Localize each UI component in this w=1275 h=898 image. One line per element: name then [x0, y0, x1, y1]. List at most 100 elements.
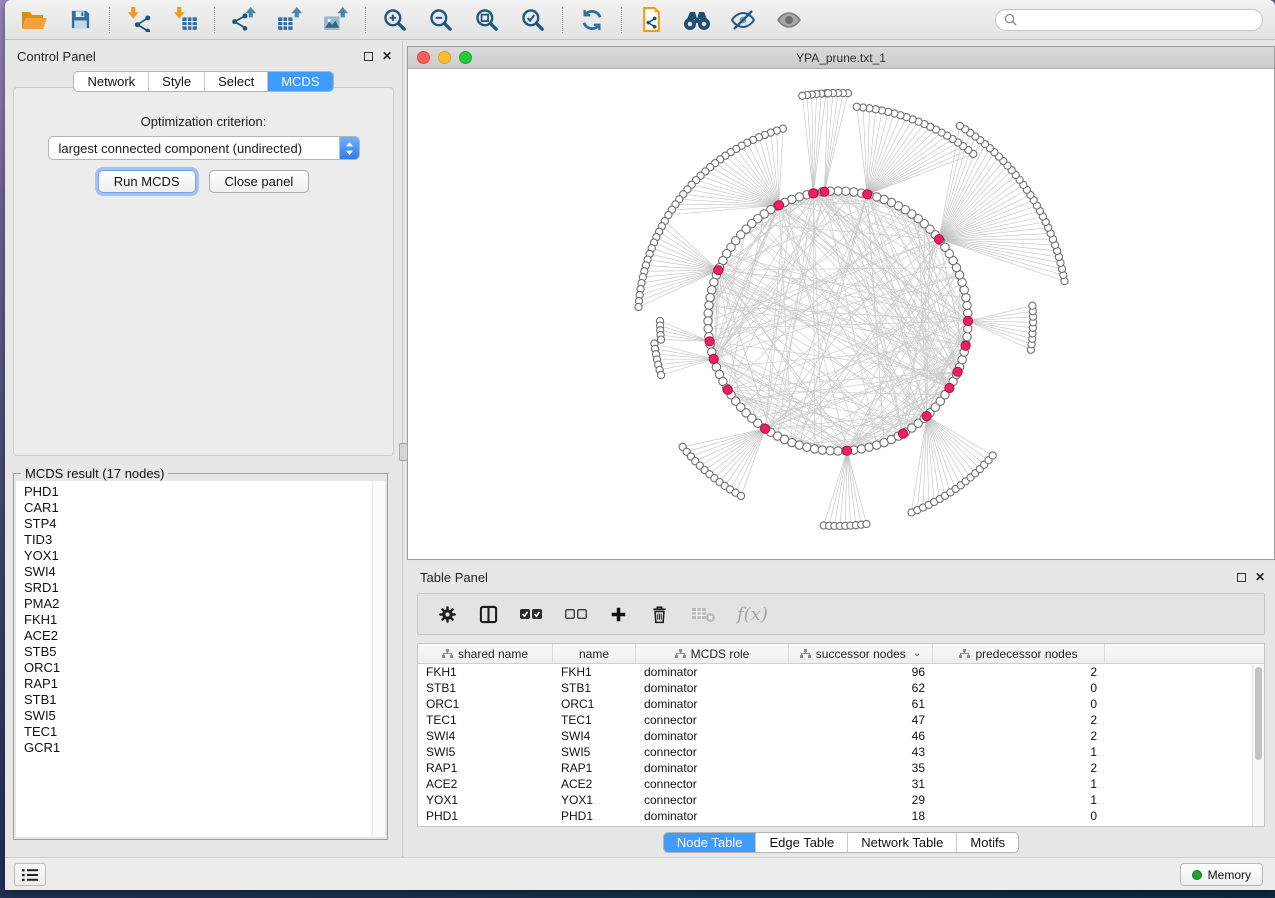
column-header-successor-nodes[interactable]: successor nodes⌄	[789, 644, 933, 663]
mcds-result-title: MCDS result (17 nodes)	[21, 466, 168, 481]
deselect-all-button[interactable]	[564, 606, 588, 622]
column-header-mcds-role[interactable]: MCDS role	[636, 644, 789, 663]
cell: 46	[789, 729, 933, 743]
column-header-predecessor-nodes[interactable]: predecessor nodes	[933, 644, 1105, 663]
table-row[interactable]: RAP1RAP1dominator352	[418, 760, 1264, 776]
cell: PHD1	[553, 809, 636, 823]
mcds-result-item[interactable]: PMA2	[24, 596, 371, 612]
refresh-layout-button[interactable]	[575, 4, 609, 36]
close-table-panel-icon[interactable]: ✕	[1255, 571, 1265, 583]
mcds-result-item[interactable]: GCR1	[24, 740, 371, 756]
export-network-button[interactable]	[227, 4, 261, 36]
table-row[interactable]: SWI4SWI4dominator462	[418, 728, 1264, 744]
run-mcds-button[interactable]: Run MCDS	[98, 170, 196, 193]
gear-icon	[437, 604, 458, 625]
zoom-out-button[interactable]	[424, 4, 458, 36]
mcds-result-item[interactable]: SWI4	[24, 564, 371, 580]
table-row[interactable]: ACE2ACE2connector311	[418, 776, 1264, 792]
table-panel-title: Table Panel	[420, 570, 488, 585]
close-panel-icon[interactable]: ✕	[382, 50, 392, 62]
mcds-result-item[interactable]: ACE2	[24, 628, 371, 644]
delete-row-button[interactable]	[649, 604, 670, 625]
mcds-result-item[interactable]: SWI5	[24, 708, 371, 724]
cell: RAP1	[418, 761, 553, 775]
criterion-dropdown[interactable]: largest connected component (undirected)	[48, 136, 360, 160]
column-label: name	[579, 647, 609, 661]
find-button[interactable]	[680, 4, 714, 36]
eye-icon	[775, 8, 803, 32]
import-table-button[interactable]	[168, 4, 202, 36]
hide-selected-button[interactable]	[726, 4, 760, 36]
delete-table-button[interactable]	[691, 605, 716, 623]
table-tab-node-table[interactable]: Node Table	[664, 833, 757, 852]
export-table-button[interactable]	[273, 4, 307, 36]
table-row[interactable]: FKH1FKH1dominator962	[418, 664, 1264, 680]
column-header-shared-name[interactable]: shared name	[418, 644, 553, 663]
zoom-fit-button[interactable]	[470, 4, 504, 36]
table-row[interactable]: ORC1ORC1dominator610	[418, 696, 1264, 712]
tab-network[interactable]: Network	[74, 72, 149, 91]
mcds-result-item[interactable]: TEC1	[24, 724, 371, 740]
table-tab-network-table[interactable]: Network Table	[848, 833, 957, 852]
add-row-button[interactable]	[609, 605, 628, 624]
search-input[interactable]	[1022, 13, 1254, 27]
close-panel-button[interactable]: Close panel	[209, 170, 310, 193]
show-graphics-details-button[interactable]	[772, 4, 806, 36]
table-row[interactable]: STB1STB1dominator620	[418, 680, 1264, 696]
mcds-result-item[interactable]: CAR1	[24, 500, 371, 516]
column-header-name[interactable]: name	[553, 644, 636, 663]
table-row[interactable]: YOX1YOX1connector291	[418, 792, 1264, 808]
show-columns-button[interactable]	[479, 605, 498, 624]
new-network-from-selection-button[interactable]	[634, 4, 668, 36]
cell: connector	[636, 777, 789, 791]
function-icon: f(x)	[737, 604, 768, 625]
mcds-result-item[interactable]: STP4	[24, 516, 371, 532]
mcds-result-item[interactable]: TID3	[24, 532, 371, 548]
dropdown-arrows-icon	[339, 137, 359, 159]
float-panel-icon[interactable]	[364, 52, 373, 61]
column-type-icon	[959, 649, 970, 659]
table-row[interactable]: TEC1TEC1connector472	[418, 712, 1264, 728]
network-window-titlebar[interactable]: YPA_prune.txt_1	[408, 47, 1274, 69]
mcds-result-item[interactable]: STB5	[24, 644, 371, 660]
table-scrollbar-thumb[interactable]	[1255, 667, 1262, 760]
mcds-result-item[interactable]: ORC1	[24, 660, 371, 676]
list-scrollbar[interactable]	[372, 481, 385, 837]
tab-style[interactable]: Style	[149, 72, 205, 91]
table-tab-motifs[interactable]: Motifs	[957, 833, 1018, 852]
table-row[interactable]: PHD1PHD1dominator180	[418, 808, 1264, 824]
table-row[interactable]: SWI5SWI5connector431	[418, 744, 1264, 760]
export-image-button[interactable]	[319, 4, 353, 36]
function-builder-button[interactable]: f(x)	[737, 604, 768, 625]
cell: SWI5	[418, 745, 553, 759]
column-type-icon	[675, 649, 686, 659]
select-all-button[interactable]	[519, 606, 543, 622]
table-scrollbar[interactable]	[1252, 665, 1264, 826]
zoom-in-button[interactable]	[378, 4, 412, 36]
toolbar-separator	[109, 7, 110, 33]
memory-button[interactable]: Memory	[1180, 863, 1263, 886]
open-session-button[interactable]	[17, 4, 51, 36]
table-settings-button[interactable]	[437, 604, 458, 625]
import-network-button[interactable]	[122, 4, 156, 36]
search-icon	[1004, 13, 1017, 26]
float-table-panel-icon[interactable]	[1237, 573, 1246, 582]
tab-mcds[interactable]: MCDS	[268, 72, 332, 91]
mcds-result-list[interactable]: PHD1CAR1STP4TID3YOX1SWI4SRD1PMA2FKH1ACE2…	[16, 481, 385, 837]
mcds-result-item[interactable]: YOX1	[24, 548, 371, 564]
task-history-button[interactable]	[14, 863, 46, 886]
table-tab-edge-table[interactable]: Edge Table	[756, 833, 848, 852]
cell: 1	[933, 777, 1105, 791]
splitter-handle[interactable]	[399, 443, 408, 461]
mcds-result-item[interactable]: FKH1	[24, 612, 371, 628]
mcds-result-item[interactable]: SRD1	[24, 580, 371, 596]
mcds-result-item[interactable]: STB1	[24, 692, 371, 708]
column-header-filler	[1105, 644, 1264, 663]
tab-select[interactable]: Select	[205, 72, 268, 91]
save-session-button[interactable]	[63, 4, 97, 36]
network-graph[interactable]	[408, 69, 1274, 559]
mcds-result-item[interactable]: PHD1	[24, 484, 371, 500]
zoom-selected-button[interactable]	[516, 4, 550, 36]
mcds-result-item[interactable]: RAP1	[24, 676, 371, 692]
main-toolbar	[5, 0, 1275, 40]
